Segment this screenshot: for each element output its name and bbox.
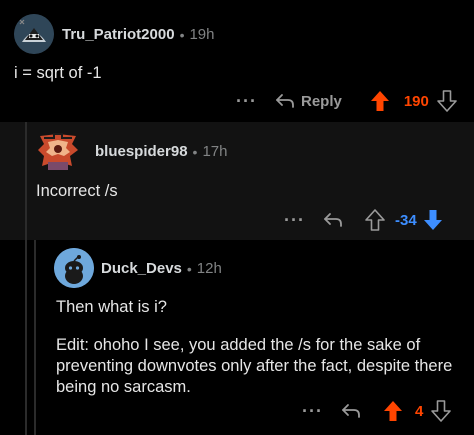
downvote-icon[interactable] — [423, 209, 443, 231]
snoo-avatar-icon — [14, 14, 54, 54]
username[interactable]: Tru_Patriot2000 — [62, 26, 175, 43]
username[interactable]: Duck_Devs — [101, 260, 182, 277]
thread-line[interactable] — [25, 122, 27, 240]
comment-2: bluespider98 • 17h Incorrect /s ··· -34 — [0, 122, 474, 240]
avatar[interactable] — [36, 130, 80, 172]
upvote-icon[interactable] — [365, 209, 385, 231]
demogorgon-avatar-icon — [38, 133, 78, 170]
thread-line[interactable] — [34, 240, 36, 435]
comment-header: Duck_Devs • 12h — [101, 260, 222, 277]
comment-actions: ··· -34 — [284, 208, 443, 232]
timestamp: 12h — [196, 260, 222, 277]
reply-arrow-icon[interactable] — [323, 212, 343, 228]
thread-line[interactable] — [25, 240, 27, 435]
vote-score: -34 — [394, 211, 417, 229]
downvote-icon[interactable] — [431, 400, 452, 422]
separator-dot: • — [186, 260, 192, 277]
default-snoo-avatar-icon — [54, 248, 94, 288]
separator-dot: • — [192, 143, 198, 160]
comment-text: Incorrect /s — [36, 182, 118, 200]
reply-arrow-icon — [276, 94, 294, 108]
comment-header: bluespider98 • 17h — [95, 143, 227, 160]
upvote-icon[interactable] — [383, 400, 403, 422]
reply-arrow-icon[interactable] — [341, 403, 361, 419]
comment-body: Incorrect /s — [36, 181, 456, 202]
comment-body: Then what is i? Edit: ohoho I see, you a… — [56, 297, 466, 398]
more-options-button[interactable]: ··· — [302, 401, 323, 422]
comment-text: Edit: ohoho I see, you added the /s for … — [56, 336, 453, 396]
comment-actions: ··· Reply 190 — [236, 89, 457, 113]
reply-label: Reply — [300, 92, 342, 110]
comment-text: Then what is i? — [56, 298, 167, 316]
timestamp: 17h — [202, 143, 228, 160]
separator-dot: • — [179, 26, 185, 43]
comment-body: i = sqrt of -1 — [14, 63, 454, 84]
username[interactable]: bluespider98 — [95, 143, 188, 160]
comment-actions: ··· 4 — [302, 399, 452, 423]
comment-text: i = sqrt of -1 — [14, 64, 102, 82]
more-options-button[interactable]: ··· — [236, 91, 257, 112]
vote-score: 190 — [403, 92, 429, 110]
comment-3: Duck_Devs • 12h Then what is i? Edit: oh… — [0, 240, 474, 435]
comment-header: Tru_Patriot2000 • 19h — [62, 26, 215, 43]
avatar[interactable] — [54, 248, 94, 288]
timestamp: 19h — [189, 26, 215, 43]
downvote-icon[interactable] — [437, 90, 457, 112]
vote-score: 4 — [414, 402, 424, 420]
comment-1: Tru_Patriot2000 • 19h i = sqrt of -1 ···… — [0, 0, 474, 122]
more-options-button[interactable]: ··· — [284, 210, 305, 231]
upvote-icon[interactable] — [370, 90, 390, 112]
avatar[interactable] — [14, 14, 54, 54]
reply-button[interactable]: Reply — [275, 93, 342, 110]
